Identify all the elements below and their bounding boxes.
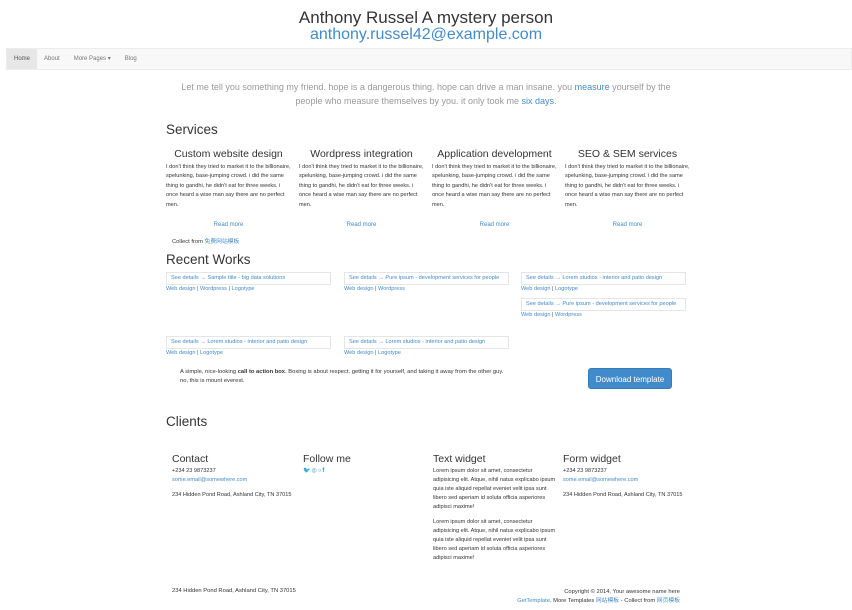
six-days-link[interactable]: six days [522, 96, 555, 106]
more-label: . More Templates [549, 598, 596, 604]
tag-link[interactable]: Web design [521, 286, 550, 292]
work-title-link[interactable]: See details → Pure ipsum - development s… [344, 272, 509, 285]
widget-paragraph: Lorem ipsum dolor sit amet, consectetur … [433, 519, 556, 561]
footer-copyright: Copyright © 2014, Your awesome name here… [440, 588, 680, 606]
tag-link[interactable]: Logotype [555, 286, 578, 292]
navbar: Home About More Pages ▾ Blog [6, 48, 852, 70]
services-heading: Services [166, 122, 218, 137]
more-templates-link[interactable]: 网站模板 [596, 598, 619, 604]
phone: +234 23 9873237 [563, 468, 607, 474]
clients-heading: Clients [166, 414, 208, 429]
contact-widget: Contact +234 23 9873237 some.email@somewhe… [172, 453, 297, 506]
nav-home[interactable]: Home [7, 49, 38, 69]
service-card: SEO & SEM services I don't think they tri… [565, 148, 690, 231]
work-title-link[interactable]: See details → Pure ipsum - development s… [521, 298, 686, 311]
cta-bold: call to action box [237, 369, 286, 375]
cta-pre: A simple, nice-looking [180, 369, 238, 375]
email-link[interactable]: anthony.russel42@example.com [0, 26, 852, 44]
gettemplate-link[interactable]: GetTemplate [517, 598, 550, 604]
email-link[interactable]: some.email@somewhere.com [172, 477, 247, 483]
facebook-icon[interactable]: f [322, 468, 325, 474]
widget-title: Follow me [303, 453, 351, 465]
service-card: Custom website design I don't think they … [166, 148, 291, 231]
recent-works-heading: Recent Works [166, 252, 251, 267]
work-title-link[interactable]: See details → Lorem studios - interior a… [521, 272, 686, 285]
read-more-link[interactable]: Read more [214, 222, 244, 228]
tag-link[interactable]: Wordpress [555, 312, 582, 318]
address: 234 Hidden Pond Road, Ashland City, TN 3… [172, 492, 292, 498]
collect-label: Collect from [172, 239, 205, 245]
work-item: See details → Sample title - big data so… [166, 272, 331, 294]
lead-part: . [554, 96, 557, 106]
copyright-text: Copyright © 2014, Your awesome name here [564, 589, 680, 595]
work-item: See details → Pure ipsum - development s… [521, 298, 686, 320]
tag-link[interactable]: Web design [344, 286, 373, 292]
text-widget: Text widget Lorem ipsum dolor sit amet, c… [433, 453, 558, 569]
work-item: See details → Lorem studios - interior a… [521, 272, 686, 294]
service-title: Wordpress integration [310, 148, 413, 160]
download-template-button[interactable]: Download template [588, 368, 672, 389]
lead-text: Let me tell you something my friend. hop… [170, 80, 682, 108]
service-card: Application development I don't think the… [432, 148, 557, 231]
read-more-link[interactable]: Read more [613, 222, 643, 228]
tag-link[interactable]: Wordpress [200, 286, 227, 292]
service-title: Application development [437, 148, 552, 160]
form-widget: Form widget +234 23 9873237 some.email@som… [563, 453, 688, 506]
collect-link[interactable]: 网页模板 [657, 598, 680, 604]
service-text: I don't think they tried to market it to… [565, 163, 690, 208]
nav-about[interactable]: About [37, 49, 67, 69]
service-title: Custom website design [174, 148, 283, 160]
service-title: SEO & SEM services [577, 148, 678, 160]
tag-link[interactable]: Web design [344, 350, 373, 356]
widget-title: Contact [172, 453, 209, 465]
footer-address: 234 Hidden Pond Road, Ashland City, TN 3… [172, 588, 296, 594]
service-text: I don't think they tried to market it to… [432, 163, 557, 208]
cta-text: A simple, nice-looking call to action bo… [180, 368, 510, 386]
nav-blog[interactable]: Blog [118, 49, 144, 69]
email-link[interactable]: some.email@somewhere.com [563, 477, 638, 483]
service-text: I don't think they tried to market it to… [166, 163, 291, 208]
work-title-link[interactable]: See details → Sample title - big data so… [166, 272, 331, 285]
work-item: See details → Pure ipsum - development s… [344, 272, 509, 294]
tag-link[interactable]: Logotype [378, 350, 401, 356]
service-card: Wordpress integration I don't think they … [299, 148, 424, 231]
collect-from: Collect from 免费网站模板 [172, 236, 239, 245]
tag-link[interactable]: Wordpress [378, 286, 405, 292]
follow-widget: Follow me 🐦◎○f [303, 453, 428, 476]
work-title-link[interactable]: See details → Lorem studios - interior a… [344, 336, 509, 349]
tag-link[interactable]: Logotype [232, 286, 255, 292]
read-more-link[interactable]: Read more [347, 222, 377, 228]
work-item: See details → Lorem studios - interior a… [344, 336, 509, 358]
tag-link[interactable]: Web design [521, 312, 550, 318]
collect-link[interactable]: 免费网站模板 [205, 239, 240, 245]
service-text: I don't think they tried to market it to… [299, 163, 424, 208]
tag-link[interactable]: Web design [166, 350, 195, 356]
widget-title: Text widget [433, 453, 486, 465]
tag-link[interactable]: Web design [166, 286, 195, 292]
lead-part: Let me tell you something my friend. hop… [181, 82, 575, 92]
work-item: See details → Lorem studios - interior a… [166, 336, 331, 358]
measure-link[interactable]: measure [575, 82, 610, 92]
widget-title: Form widget [563, 453, 621, 465]
address: 234 Hidden Pond Road, Ashland City, TN 3… [563, 492, 683, 498]
work-title-link[interactable]: See details → Lorem studios - interior a… [166, 336, 331, 349]
read-more-link[interactable]: Read more [480, 222, 510, 228]
collect-label: - Collect from [619, 598, 657, 604]
phone: +234 23 9873237 [172, 468, 216, 474]
site-title: Anthony Russel A mystery person [298, 8, 554, 27]
nav-more-pages[interactable]: More Pages ▾ [67, 49, 118, 69]
tag-link[interactable]: Logotype [200, 350, 223, 356]
widget-paragraph: Lorem ipsum dolor sit amet, consectetur … [433, 468, 556, 510]
